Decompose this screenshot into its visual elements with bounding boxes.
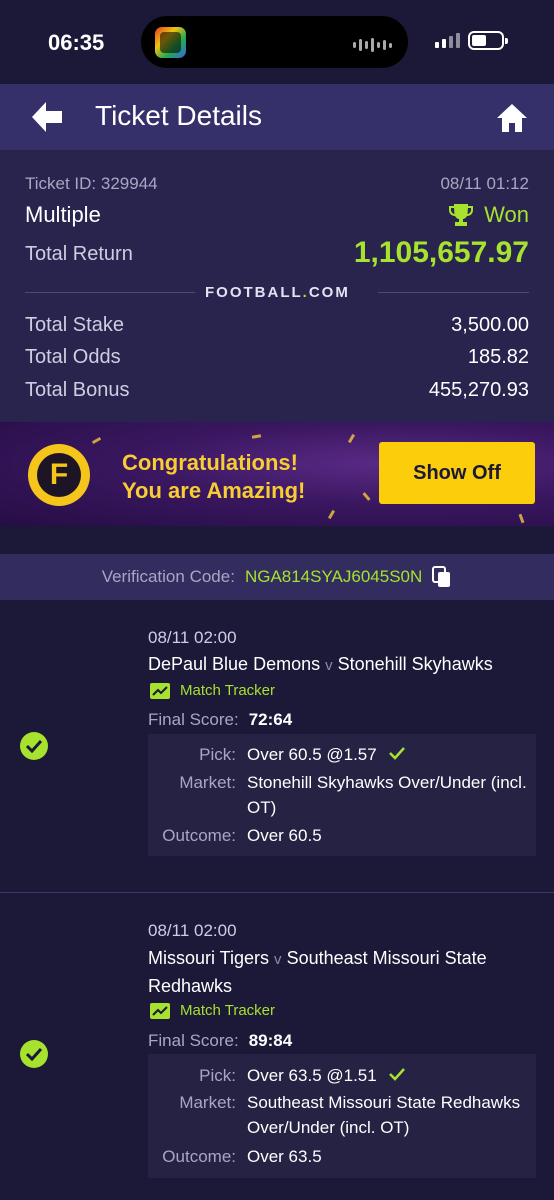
ticket-id: Ticket ID: 329944 — [25, 174, 158, 193]
congrats-text: Congratulations! You are Amazing! — [122, 450, 306, 503]
app-header: Ticket Details — [0, 84, 554, 150]
clock: 06:35 — [48, 30, 105, 55]
match-tracker-link[interactable]: Match Tracker — [150, 1002, 275, 1019]
verification-bar: Verification Code: NGA814SYAJ6045S0N — [0, 554, 554, 600]
pick-details: Pick: Over 60.5 @1.57 Market: Stonehill … — [148, 734, 536, 856]
ticket-date: 08/11 01:12 — [440, 174, 529, 193]
divider — [378, 292, 529, 293]
status-text: Won — [484, 202, 529, 227]
verification-code: NGA814SYAJ6045S0N — [244, 567, 423, 586]
ticket-summary: Ticket ID: 329944 08/11 01:12 Multiple W… — [0, 150, 554, 422]
signal-icon — [435, 33, 460, 48]
total-bonus-label: Total Bonus — [25, 379, 130, 401]
total-return-value: 1,105,657.97 — [353, 236, 529, 269]
total-odds-value: 185.82 — [467, 346, 529, 368]
trophy-icon — [449, 204, 474, 226]
app-icon — [155, 27, 186, 58]
bet-type: Multiple — [25, 202, 101, 227]
total-return-label: Total Return — [25, 243, 133, 265]
match-tracker-link[interactable]: Match Tracker — [150, 682, 275, 699]
brand-logo: FOOTBALL.COM — [205, 284, 350, 301]
home-icon — [497, 104, 527, 132]
total-stake-value: 3,500.00 — [451, 314, 529, 336]
outcome-value: Over 63.5 — [247, 1147, 322, 1166]
checkmark-icon — [389, 1068, 406, 1081]
page-title: Ticket Details — [95, 100, 263, 131]
outcome-value: Over 60.5 — [247, 826, 322, 845]
congrats-banner: F Congratulations! You are Amazing! Show… — [0, 422, 554, 526]
match-title: Missouri Tigers v Southeast Missouri Sta… — [148, 948, 487, 996]
bet-leg: 08/11 02:00 Missouri Tigers v Southeast … — [0, 893, 554, 1200]
battery-icon — [468, 31, 508, 50]
audio-wave-icon — [353, 38, 392, 52]
leg-date: 08/11 02:00 — [148, 921, 237, 940]
copy-icon[interactable] — [432, 566, 452, 588]
pick-value: Over 60.5 @1.57 — [247, 742, 527, 767]
back-button[interactable] — [28, 100, 68, 134]
pick-details: Pick: Over 63.5 @1.51 Market: Southeast … — [148, 1054, 536, 1178]
divider — [25, 292, 195, 293]
show-off-button[interactable]: Show Off — [379, 442, 535, 504]
market-value: Stonehill Skyhawks Over/Under (incl. OT) — [247, 773, 527, 817]
chart-icon — [150, 682, 170, 699]
checkmark-icon — [389, 747, 406, 760]
status-badge: Won — [448, 202, 529, 228]
bet-leg: 08/11 02:00 DePaul Blue Demons v Stonehi… — [0, 600, 554, 892]
total-bonus-value: 455,270.93 — [428, 379, 529, 401]
verification-label: Verification Code: — [101, 567, 235, 586]
check-circle-icon — [20, 1040, 48, 1068]
market-value: Southeast Missouri State Redhawks Over/U… — [247, 1093, 521, 1137]
total-odds-label: Total Odds — [25, 346, 121, 368]
status-bar: 06:35 — [0, 0, 554, 84]
leg-date: 08/11 02:00 — [148, 628, 237, 647]
arrow-left-icon — [32, 102, 62, 132]
final-score: Final Score: 72:64 — [148, 710, 293, 729]
match-title: DePaul Blue Demons v Stonehill Skyhawks — [148, 654, 493, 674]
check-circle-icon — [20, 732, 48, 760]
dynamic-island — [141, 16, 408, 68]
home-button[interactable] — [494, 102, 530, 134]
brand-badge-icon: F — [28, 444, 90, 506]
pick-value: Over 63.5 @1.51 — [247, 1063, 527, 1088]
total-stake-label: Total Stake — [25, 314, 124, 336]
chart-icon — [150, 1002, 170, 1019]
final-score: Final Score: 89:84 — [148, 1031, 293, 1050]
